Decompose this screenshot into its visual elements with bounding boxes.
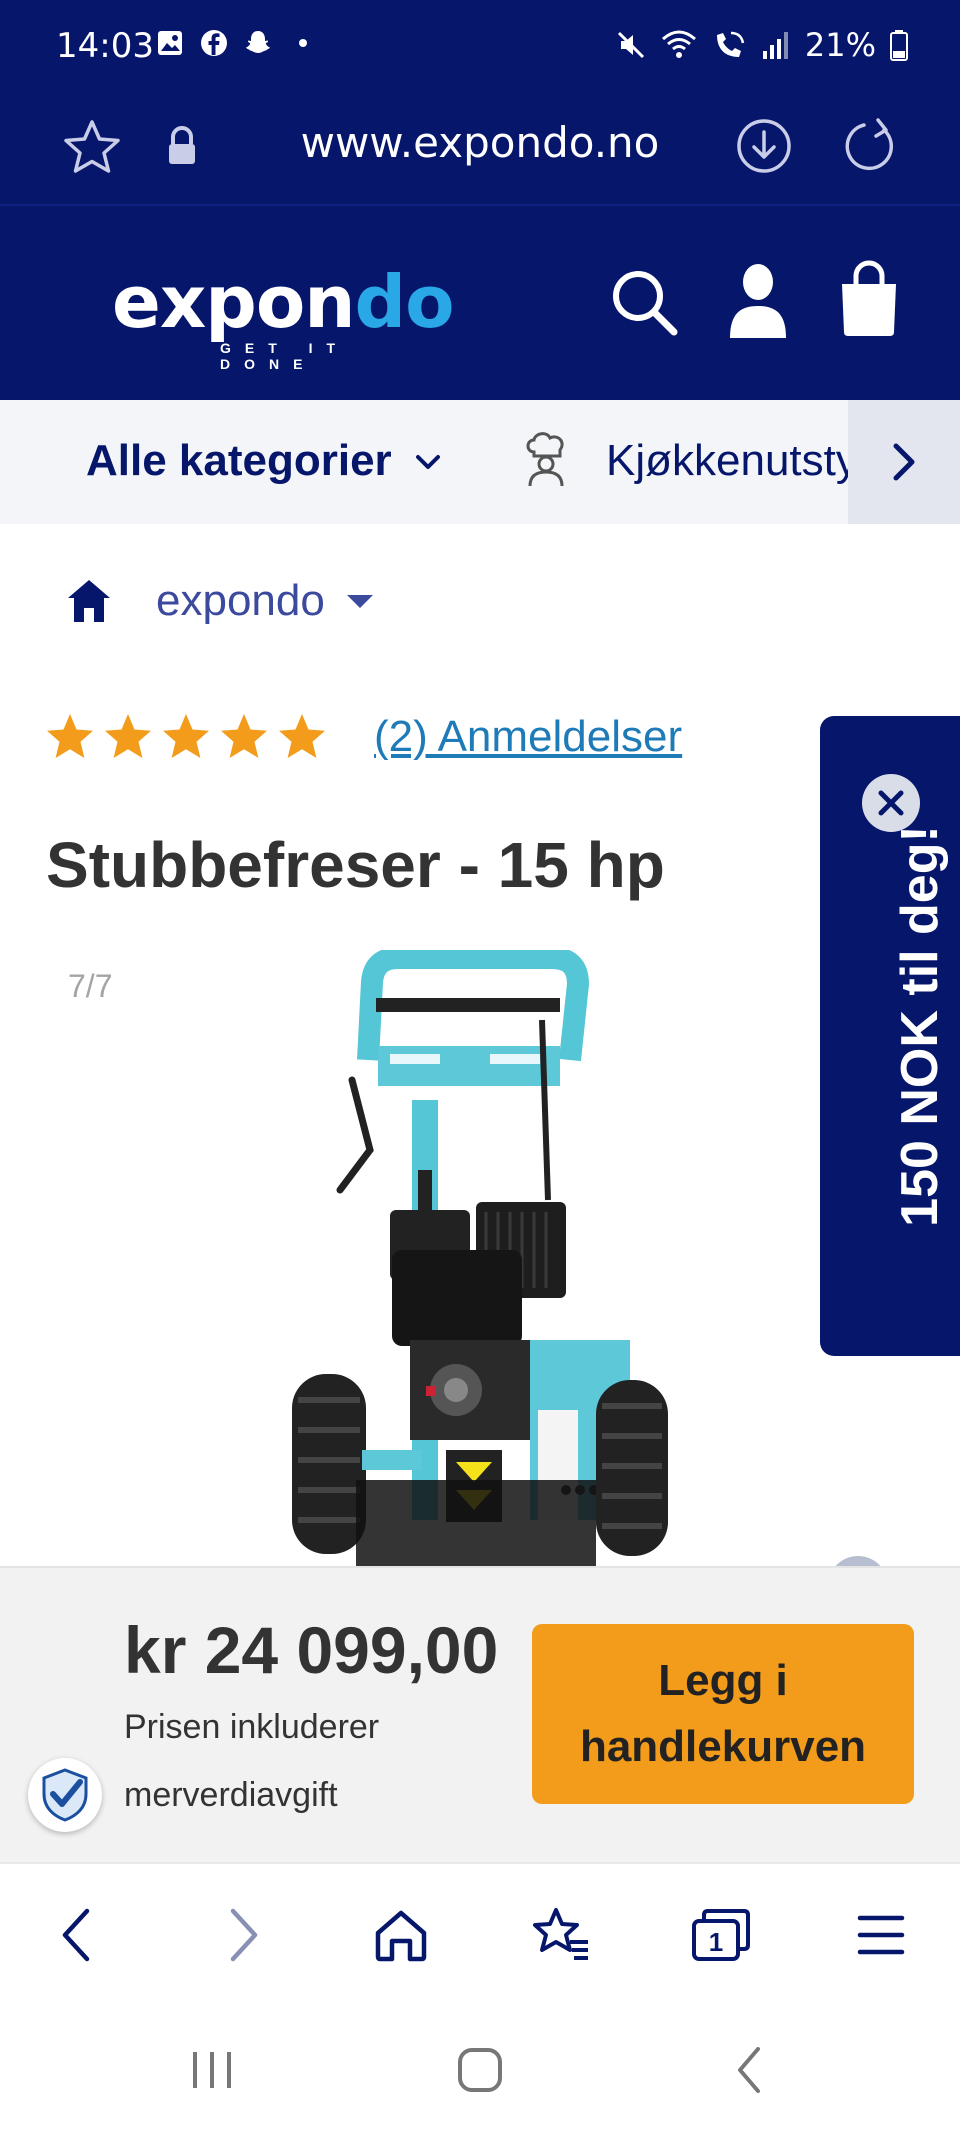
facebook-icon	[201, 30, 227, 56]
browser-menu-button[interactable]	[846, 1900, 916, 1970]
recents-button[interactable]	[182, 2040, 242, 2100]
star-icon	[47, 714, 93, 758]
reviews-link[interactable]: (2) Anmeldelser	[374, 712, 682, 762]
add-to-cart-button[interactable]: Legg i handlekurven	[532, 1624, 914, 1804]
forward-icon	[230, 1908, 258, 1962]
tabs-icon: 1	[692, 1909, 750, 1961]
browser-toolbar: 1	[0, 1862, 960, 1998]
battery-percent: 21%	[804, 26, 876, 64]
caret-down-icon[interactable]	[345, 591, 375, 611]
recents-icon	[193, 2052, 231, 2088]
notification-icons	[155, 28, 307, 58]
vat-note-line2: merverdiavgift	[124, 1776, 338, 1814]
account-icon[interactable]	[726, 262, 790, 338]
chef-icon	[526, 432, 564, 487]
product-title: Stubbefreser - 15 hp	[46, 829, 665, 901]
logo-tagline: GET IT DONE	[220, 340, 350, 372]
search-icon[interactable]	[608, 266, 680, 338]
home-button-icon	[458, 2048, 502, 2092]
product-price: kr 24 099,00	[124, 1613, 499, 1687]
logo-wordmark: expondo	[112, 266, 455, 338]
url-text[interactable]: www.expondo.no	[0, 118, 960, 167]
stump-grinder-illustration	[292, 950, 668, 1566]
shield-check-icon	[42, 1768, 88, 1822]
browser-back-button[interactable]	[42, 1900, 112, 1970]
wifi-calling-icon	[716, 31, 745, 57]
bookmarks-button[interactable]	[526, 1900, 596, 1970]
product-image[interactable]	[280, 950, 700, 1566]
add-to-cart-line2: handlekurven	[579, 1722, 867, 1771]
android-navigation-bar	[0, 1998, 960, 2133]
site-header: expondo GET IT DONE	[0, 206, 960, 400]
system-indicators: 21%	[615, 26, 908, 64]
gallery-counter: 7/7	[68, 968, 113, 1004]
star-icon	[163, 714, 209, 758]
home-icon[interactable]	[64, 576, 114, 626]
chevron-right-icon	[893, 443, 915, 481]
star-icon	[221, 714, 267, 758]
wifi-icon	[661, 30, 696, 58]
home-icon	[375, 1910, 427, 1962]
reload-icon[interactable]	[840, 116, 900, 176]
promo-tab[interactable]: 150 NOK til deg!	[820, 716, 960, 1356]
purchase-bar: kr 24 099,00 Prisen inkluderer merverdia…	[0, 1566, 960, 1862]
status-time: 14:03	[56, 26, 154, 66]
browser-forward-button[interactable]	[208, 1900, 278, 1970]
signal-icon	[762, 32, 788, 59]
star-icon	[105, 714, 151, 758]
vat-note-line1: Prisen inkluderer	[124, 1708, 380, 1746]
add-to-cart-line1: Legg i	[658, 1656, 788, 1705]
category-next-button[interactable]	[848, 400, 960, 524]
browser-home-button[interactable]	[366, 1900, 436, 1970]
expondo-logo[interactable]: expondo GET IT DONE	[112, 266, 455, 372]
star-icon	[279, 714, 325, 758]
category-kitchen[interactable]: Kjøkkenutsty	[606, 436, 858, 486]
download-icon[interactable]	[734, 116, 794, 176]
breadcrumb: expondo	[64, 576, 375, 626]
android-back-button[interactable]	[720, 2040, 780, 2100]
all-categories-button[interactable]: Alle kategorier	[86, 436, 392, 486]
tabs-count: 1	[709, 1927, 723, 1957]
trust-badge[interactable]	[28, 1758, 102, 1832]
android-home-button[interactable]	[450, 2040, 510, 2100]
bookmarks-icon	[533, 1908, 588, 1960]
chevron-down-icon[interactable]	[412, 446, 444, 478]
logo-main-text: expon	[112, 260, 356, 344]
breadcrumb-expondo[interactable]: expondo	[156, 576, 325, 626]
back-icon	[62, 1908, 90, 1962]
battery-icon	[890, 30, 908, 61]
back-button-icon	[738, 2047, 760, 2093]
menu-icon	[857, 1915, 905, 1955]
star-rating	[44, 712, 328, 762]
mute-icon	[617, 31, 644, 59]
logo-accent-text: do	[354, 260, 455, 344]
category-nav: Alle kategorier Kjøkkenutsty	[0, 400, 960, 524]
gallery-icon	[158, 31, 182, 55]
status-bar: 14:03 21%	[0, 0, 960, 92]
snapchat-icon	[246, 31, 270, 53]
tabs-button[interactable]: 1	[686, 1900, 756, 1970]
more-notifications-dot	[299, 39, 307, 47]
cart-icon[interactable]	[836, 258, 902, 338]
browser-url-bar: www.expondo.no	[0, 92, 960, 204]
promo-text: 150 NOK til deg!	[891, 825, 949, 1227]
